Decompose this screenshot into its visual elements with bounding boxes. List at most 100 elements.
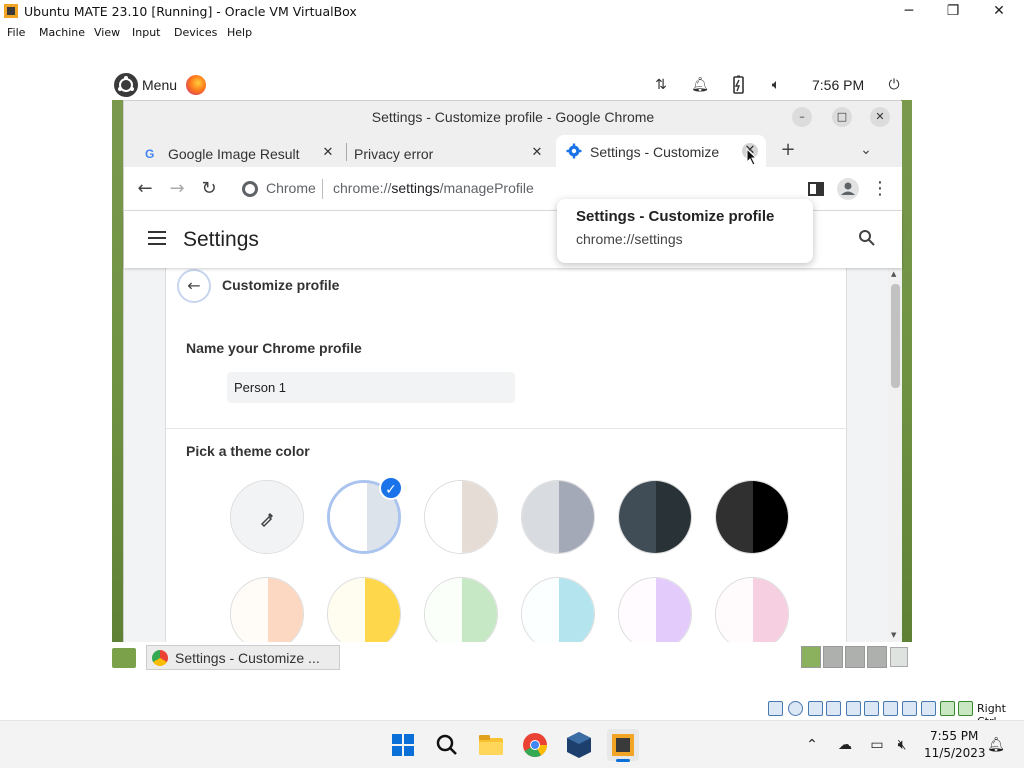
search-icon[interactable]	[431, 729, 463, 761]
theme-color-swatch[interactable]	[230, 480, 304, 554]
back-arrow-icon[interactable]: ←	[177, 269, 211, 303]
tab-search-chevron-down-icon[interactable]: ⌄	[854, 138, 878, 162]
tab-close-icon[interactable]: ✕	[529, 145, 545, 161]
chevron-up-icon[interactable]: ⌃	[802, 735, 822, 755]
swatch-right-half	[365, 578, 400, 643]
ubuntu-mate-logo-icon[interactable]	[114, 73, 138, 97]
network-icon[interactable]	[826, 701, 841, 716]
windows-taskbar: ⌃ ☁ ▭ 🔇︎ 7:55 PM 11/5/2023 🔔︎	[0, 720, 1024, 768]
display-icon[interactable]	[883, 701, 898, 716]
scroll-down-arrow-icon[interactable]: ▼	[891, 631, 896, 639]
panel-clock[interactable]: 7:56 PM	[812, 77, 864, 93]
minimize-button[interactable]: ─	[886, 0, 932, 24]
file-explorer-icon[interactable]	[475, 729, 507, 761]
theme-color-swatch[interactable]	[715, 480, 789, 554]
swatch-left-half	[425, 578, 462, 643]
tab-close-icon[interactable]: ✕	[320, 145, 336, 161]
network-transfer-icon[interactable]: ⇅	[651, 75, 671, 95]
workspace-1[interactable]	[801, 646, 821, 668]
notification-bell-icon[interactable]: 🔔︎	[986, 735, 1006, 755]
chrome-window: Settings - Customize profile - Google Ch…	[123, 100, 902, 643]
settings-content: ← Customize profile Name your Chrome pro…	[124, 268, 902, 643]
show-desktop-icon[interactable]	[112, 648, 136, 668]
omnibox-url[interactable]: chrome://settings/manageProfile	[333, 180, 534, 196]
theme-color-swatch[interactable]	[715, 577, 789, 643]
swatch-left-half	[231, 578, 268, 643]
video-capture-icon[interactable]	[902, 701, 917, 716]
theme-color-swatch[interactable]	[230, 577, 304, 643]
tab-label: Settings - Customize	[590, 144, 720, 160]
menu-help[interactable]: Help	[227, 26, 252, 39]
windows-clock-date[interactable]: 11/5/2023	[924, 746, 986, 760]
firefox-launcher-icon[interactable]	[186, 75, 206, 95]
battery-icon[interactable]	[728, 75, 748, 95]
power-icon[interactable]: ⏻	[884, 75, 904, 95]
volume-muted-icon[interactable]: 🔇︎	[892, 735, 912, 755]
audio-icon[interactable]	[808, 701, 823, 716]
workspace-2[interactable]	[823, 646, 843, 668]
cloud-offline-icon[interactable]: ☁	[835, 735, 855, 755]
notification-bell-icon[interactable]: 🔔︎	[690, 75, 710, 95]
scroll-up-arrow-icon[interactable]: ▲	[891, 270, 896, 278]
forward-arrow-icon[interactable]: →	[165, 177, 189, 201]
side-panel-icon[interactable]	[804, 177, 828, 201]
network-status-icon[interactable]: ▭	[867, 735, 887, 755]
chrome-menu-kebab-icon[interactable]: ⋮	[868, 177, 892, 201]
menu-view[interactable]: View	[94, 26, 120, 39]
cpu-icon[interactable]	[921, 701, 936, 716]
tab-privacy-error[interactable]: Privacy error ✕	[346, 137, 556, 167]
volume-icon[interactable]: 🔈︎	[766, 75, 786, 95]
keyboard-capture-icon[interactable]	[958, 701, 973, 716]
chrome-icon[interactable]	[519, 729, 551, 761]
virtualbox-icon[interactable]	[563, 729, 595, 761]
menu-input[interactable]: Input	[132, 26, 160, 39]
windows-start-icon[interactable]	[387, 729, 419, 761]
hard-disk-icon[interactable]	[768, 701, 783, 716]
windows-clock-time[interactable]: 7:55 PM	[930, 729, 978, 743]
profile-name-input[interactable]	[227, 372, 515, 403]
hamburger-menu-icon[interactable]	[148, 231, 166, 245]
scrollbar[interactable]: ▲ ▼	[888, 268, 902, 643]
eyedropper-icon	[259, 509, 277, 531]
customize-profile-card: ← Customize profile Name your Chrome pro…	[165, 268, 848, 643]
google-icon: G	[145, 147, 155, 161]
close-button[interactable]: ✕	[976, 0, 1022, 24]
theme-color-swatch[interactable]	[618, 480, 692, 554]
menu-machine[interactable]: Machine	[39, 26, 85, 39]
new-tab-button[interactable]: +	[776, 138, 800, 162]
back-arrow-icon[interactable]: ←	[133, 177, 157, 201]
menu-file[interactable]: File	[7, 26, 25, 39]
theme-color-swatch[interactable]	[424, 480, 498, 554]
workspace-3[interactable]	[845, 646, 865, 668]
profile-avatar-icon[interactable]	[836, 177, 860, 201]
workspace-4[interactable]	[867, 646, 887, 668]
theme-color-swatch[interactable]	[424, 577, 498, 643]
vbox-status-bar: Right Ctrl	[0, 698, 1024, 728]
omnibox-site-chip[interactable]: Chrome	[266, 180, 316, 196]
reload-icon[interactable]: ↻	[197, 177, 221, 201]
chrome-title-bar: Settings - Customize profile - Google Ch…	[124, 101, 902, 133]
maximize-button[interactable]: ❐	[930, 0, 976, 24]
chrome-minimize-button[interactable]: –	[792, 107, 812, 127]
usb-icon[interactable]	[846, 701, 861, 716]
shared-folders-icon[interactable]	[864, 701, 879, 716]
search-icon[interactable]	[858, 229, 878, 249]
mouse-integration-icon[interactable]	[940, 701, 955, 716]
theme-color-swatch[interactable]	[521, 577, 595, 643]
theme-color-swatch[interactable]	[618, 577, 692, 643]
scrollbar-thumb[interactable]	[891, 284, 900, 388]
tab-settings-customize[interactable]: Settings - Customize ✕	[556, 135, 766, 167]
theme-color-swatch[interactable]	[521, 480, 595, 554]
optical-drive-icon[interactable]	[788, 701, 803, 716]
chrome-close-button[interactable]: ✕	[870, 107, 890, 127]
trash-icon[interactable]	[890, 647, 908, 667]
menu-devices[interactable]: Devices	[174, 26, 217, 39]
mate-menu-button[interactable]: Menu	[142, 77, 177, 93]
tab-google-image-result[interactable]: G Google Image Result ✕	[134, 137, 344, 167]
theme-color-swatch[interactable]	[327, 577, 401, 643]
taskbar-window-button[interactable]: Settings - Customize ...	[146, 645, 340, 670]
swatch-left-half	[522, 578, 559, 643]
hover-card-title: Settings - Customize profile	[576, 208, 775, 225]
virtualbox-vm-window-icon[interactable]	[607, 729, 639, 762]
chrome-maximize-button[interactable]: □	[832, 107, 852, 127]
